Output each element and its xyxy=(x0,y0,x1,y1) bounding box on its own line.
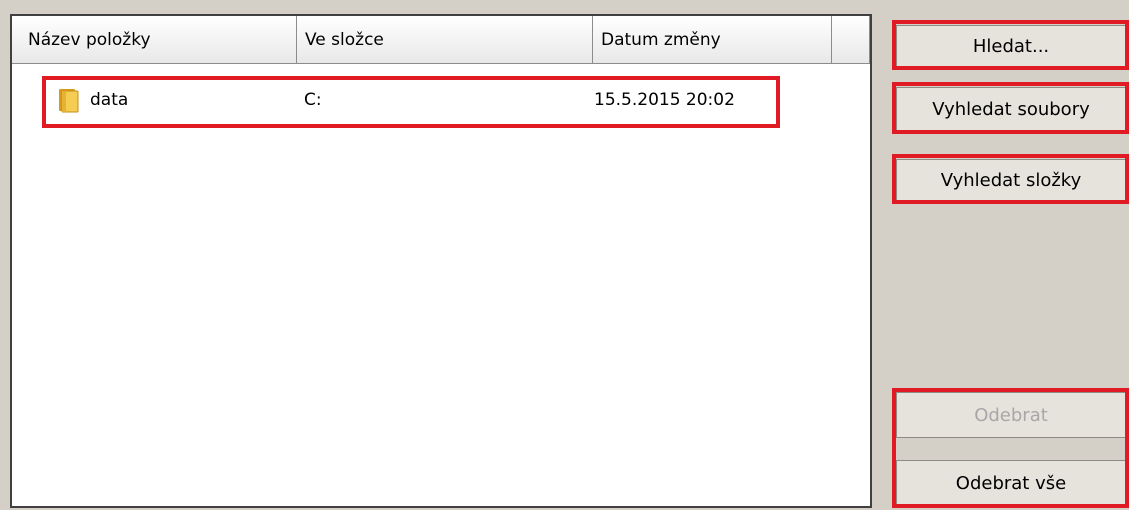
row-name-cell: data xyxy=(54,80,128,120)
results-list[interactable]: Název položky Ve složce Datum změny data… xyxy=(10,14,872,508)
find-files-button[interactable]: Vyhledat soubory xyxy=(896,87,1126,132)
list-header: Název položky Ve složce Datum změny xyxy=(12,16,870,64)
remove-all-button[interactable]: Odebrat vše xyxy=(896,460,1126,506)
folder-icon xyxy=(54,86,82,114)
search-button[interactable]: Hledat... xyxy=(896,25,1126,67)
column-header-date[interactable]: Datum změny xyxy=(593,16,832,63)
column-header-folder[interactable]: Ve složce xyxy=(297,16,593,63)
column-header-extra[interactable] xyxy=(832,16,870,63)
find-folders-button[interactable]: Vyhledat složky xyxy=(896,159,1126,201)
remove-button[interactable]: Odebrat xyxy=(896,392,1126,438)
row-name-text: data xyxy=(90,90,129,110)
column-header-name[interactable]: Název položky xyxy=(12,16,297,63)
row-folder-cell: C: xyxy=(304,90,322,110)
row-date-cell: 15.5.2015 20:02 xyxy=(594,90,735,110)
table-row[interactable]: data C: 15.5.2015 20:02 xyxy=(12,80,870,120)
